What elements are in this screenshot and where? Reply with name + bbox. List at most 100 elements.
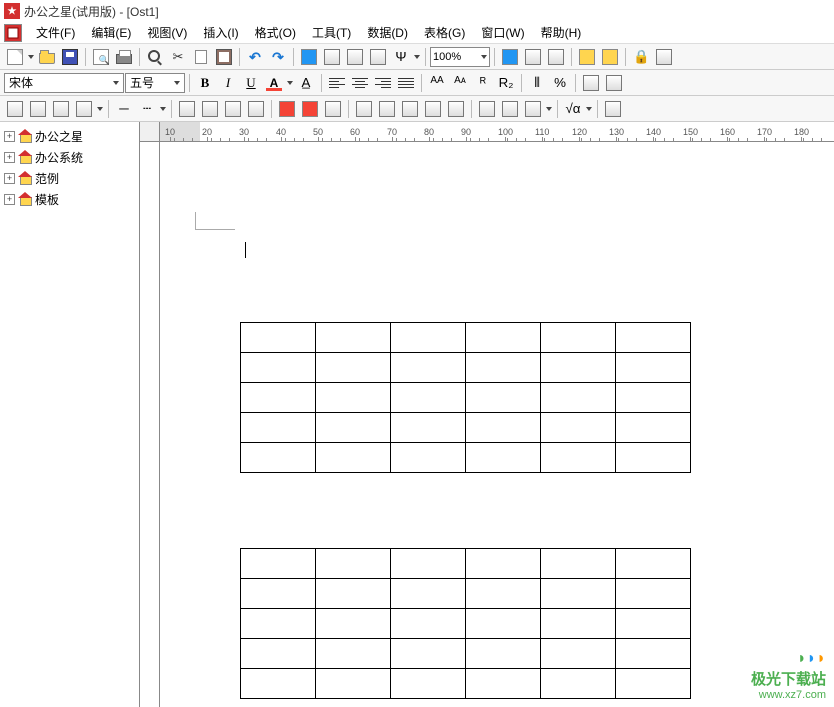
tree-item-office-star[interactable]: + 办公之星 bbox=[4, 126, 135, 147]
print-preview-button[interactable] bbox=[90, 46, 112, 68]
line-style2-button[interactable]: ┄ bbox=[136, 98, 158, 120]
grid-button[interactable] bbox=[50, 98, 72, 120]
new-button[interactable] bbox=[4, 46, 26, 68]
menu-data[interactable]: 数据(D) bbox=[359, 22, 416, 43]
expand-icon[interactable]: + bbox=[4, 152, 15, 163]
menu-view[interactable]: 视图(V) bbox=[139, 22, 195, 43]
draw-table-button[interactable] bbox=[4, 98, 26, 120]
tree-item-examples[interactable]: + 范例 bbox=[4, 168, 135, 189]
indent-left-button[interactable] bbox=[176, 98, 198, 120]
cell-format-button[interactable] bbox=[322, 98, 344, 120]
horizontal-ruler[interactable]: 1020304050607080901001101201301401501601… bbox=[160, 122, 834, 142]
lock-button[interactable]: 🔒 bbox=[630, 46, 652, 68]
subscript-button[interactable]: Aᴀ bbox=[449, 72, 471, 94]
system-menu-icon[interactable] bbox=[4, 24, 22, 42]
separator bbox=[271, 100, 272, 118]
separator bbox=[189, 74, 190, 92]
valign-bottom-button[interactable] bbox=[522, 98, 544, 120]
vertical-ruler[interactable] bbox=[140, 142, 160, 707]
save-button[interactable] bbox=[59, 46, 81, 68]
distribute-button[interactable] bbox=[445, 98, 467, 120]
misc-button[interactable] bbox=[602, 98, 624, 120]
menu-table[interactable]: 表格(G) bbox=[416, 22, 473, 43]
page-layout-button[interactable] bbox=[522, 46, 544, 68]
italic-button[interactable] bbox=[217, 72, 239, 94]
font-color-button[interactable] bbox=[263, 72, 285, 94]
rotate2-button[interactable]: R₂ bbox=[495, 72, 517, 94]
print-button[interactable] bbox=[113, 46, 135, 68]
align-left-button[interactable] bbox=[326, 72, 348, 94]
align-center-button[interactable] bbox=[349, 72, 371, 94]
autosum-button[interactable] bbox=[580, 72, 602, 94]
expand-icon[interactable]: + bbox=[4, 131, 15, 142]
menu-insert[interactable]: 插入(I) bbox=[195, 22, 246, 43]
settings-button[interactable] bbox=[653, 46, 675, 68]
indent-button[interactable] bbox=[245, 98, 267, 120]
font-name-select[interactable]: 宋体 bbox=[4, 73, 124, 93]
split-cells-button[interactable] bbox=[299, 98, 321, 120]
expand-icon[interactable]: + bbox=[4, 173, 15, 184]
insert-row-button[interactable] bbox=[353, 98, 375, 120]
window-split-button[interactable] bbox=[576, 46, 598, 68]
align-justify-button[interactable] bbox=[395, 72, 417, 94]
line-style1-button[interactable]: ─ bbox=[113, 98, 135, 120]
char-format-button[interactable]: A̲ bbox=[295, 72, 317, 94]
document-table-2[interactable] bbox=[240, 548, 691, 699]
align-right-button[interactable] bbox=[372, 72, 394, 94]
redo-button[interactable] bbox=[267, 46, 289, 68]
delete-row-button[interactable] bbox=[399, 98, 421, 120]
insert-chart-button[interactable] bbox=[367, 46, 389, 68]
spacing-button[interactable]: ⫴ bbox=[526, 72, 548, 94]
tree-label: 办公系统 bbox=[35, 149, 83, 166]
outline-button[interactable] bbox=[545, 46, 567, 68]
percent-button[interactable]: % bbox=[549, 72, 571, 94]
line-dropdown[interactable] bbox=[159, 98, 167, 120]
rotate-button[interactable]: ᴿ bbox=[472, 72, 494, 94]
new-dropdown[interactable] bbox=[27, 46, 35, 68]
valign-top-button[interactable] bbox=[476, 98, 498, 120]
insert-object-button[interactable] bbox=[344, 46, 366, 68]
insert-symbol-button[interactable]: Ψ bbox=[390, 46, 412, 68]
tree-item-office-system[interactable]: + 办公系统 bbox=[4, 147, 135, 168]
document-page[interactable] bbox=[160, 142, 834, 707]
font-color-dropdown[interactable] bbox=[286, 72, 294, 94]
paste-button[interactable] bbox=[213, 46, 235, 68]
copy-button[interactable] bbox=[190, 46, 212, 68]
menu-tools[interactable]: 工具(T) bbox=[304, 22, 359, 43]
formula-button[interactable] bbox=[603, 72, 625, 94]
sqrt-button[interactable]: √α bbox=[562, 98, 584, 120]
tree-item-templates[interactable]: + 模板 bbox=[4, 189, 135, 210]
border-dropdown[interactable] bbox=[96, 98, 104, 120]
merge-cells-button[interactable] bbox=[276, 98, 298, 120]
insert-table-button[interactable] bbox=[298, 46, 320, 68]
menu-file[interactable]: 文件(F) bbox=[28, 22, 83, 43]
menu-help[interactable]: 帮助(H) bbox=[533, 22, 590, 43]
arrange-button[interactable] bbox=[599, 46, 621, 68]
open-button[interactable] bbox=[36, 46, 58, 68]
font-size-select[interactable]: 五号 bbox=[125, 73, 185, 93]
insert-image-button[interactable] bbox=[321, 46, 343, 68]
superscript-button[interactable]: AA bbox=[426, 72, 448, 94]
document-table-1[interactable] bbox=[240, 322, 691, 473]
menu-window[interactable]: 窗口(W) bbox=[473, 22, 532, 43]
bold-button[interactable] bbox=[194, 72, 216, 94]
menu-format[interactable]: 格式(O) bbox=[247, 22, 304, 43]
eraser-button[interactable] bbox=[27, 98, 49, 120]
sqrt-dropdown[interactable] bbox=[585, 98, 593, 120]
zoom-select[interactable]: 100% bbox=[430, 47, 490, 67]
find-button[interactable] bbox=[144, 46, 166, 68]
indent-right-button[interactable] bbox=[199, 98, 221, 120]
symbol-dropdown[interactable] bbox=[413, 46, 421, 68]
insert-col-button[interactable] bbox=[376, 98, 398, 120]
menu-edit[interactable]: 编辑(E) bbox=[83, 22, 139, 43]
undo-button[interactable] bbox=[244, 46, 266, 68]
border-button[interactable] bbox=[73, 98, 95, 120]
indent-first-button[interactable] bbox=[222, 98, 244, 120]
view-mode-button[interactable] bbox=[499, 46, 521, 68]
valign-middle-button[interactable] bbox=[499, 98, 521, 120]
expand-icon[interactable]: + bbox=[4, 194, 15, 205]
cut-button[interactable] bbox=[167, 46, 189, 68]
delete-col-button[interactable] bbox=[422, 98, 444, 120]
valign-dropdown[interactable] bbox=[545, 98, 553, 120]
underline-button[interactable] bbox=[240, 72, 262, 94]
